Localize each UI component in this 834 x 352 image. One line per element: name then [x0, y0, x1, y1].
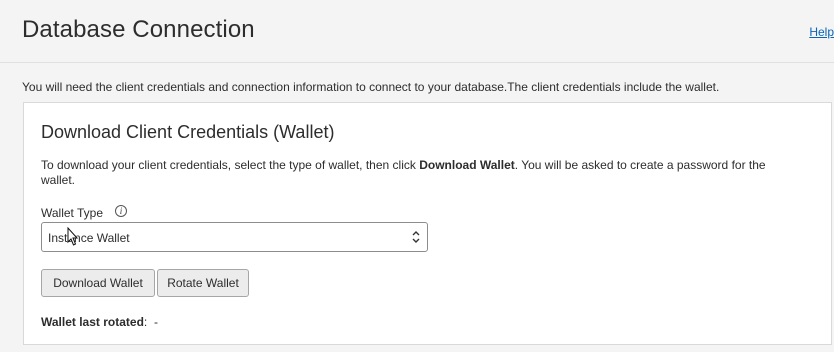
rotate-wallet-button[interactable]: Rotate Wallet: [157, 269, 249, 297]
wallet-type-select[interactable]: Instance Wallet: [41, 222, 428, 252]
wallet-type-value: Instance Wallet: [48, 231, 130, 245]
wallet-type-label: Wallet Type: [41, 206, 104, 220]
page-header: Database Connection Help: [0, 0, 834, 63]
desc-bold: Download Wallet: [419, 158, 515, 172]
download-credentials-card: Download Client Credentials (Wallet) To …: [23, 102, 832, 345]
last-rotated-sep: :: [143, 315, 148, 329]
wallet-last-rotated: Wallet last rotated: -: [41, 315, 158, 329]
last-rotated-value: -: [153, 315, 158, 329]
last-rotated-label: Wallet last rotated: [41, 315, 144, 329]
download-wallet-button[interactable]: Download Wallet: [41, 269, 155, 297]
info-icon[interactable]: i: [115, 205, 127, 217]
card-title: Download Client Credentials (Wallet): [41, 122, 335, 142]
up-down-chevron-icon: [412, 231, 420, 243]
intro-text: You will need the client credentials and…: [22, 80, 720, 94]
desc-prefix: To download your client credentials, sel…: [41, 158, 420, 172]
page-title: Database Connection: [22, 16, 255, 43]
help-link[interactable]: Help: [809, 25, 834, 39]
text-cursor-icon: [67, 227, 79, 246]
card-description: To download your client credentials, sel…: [41, 158, 801, 188]
